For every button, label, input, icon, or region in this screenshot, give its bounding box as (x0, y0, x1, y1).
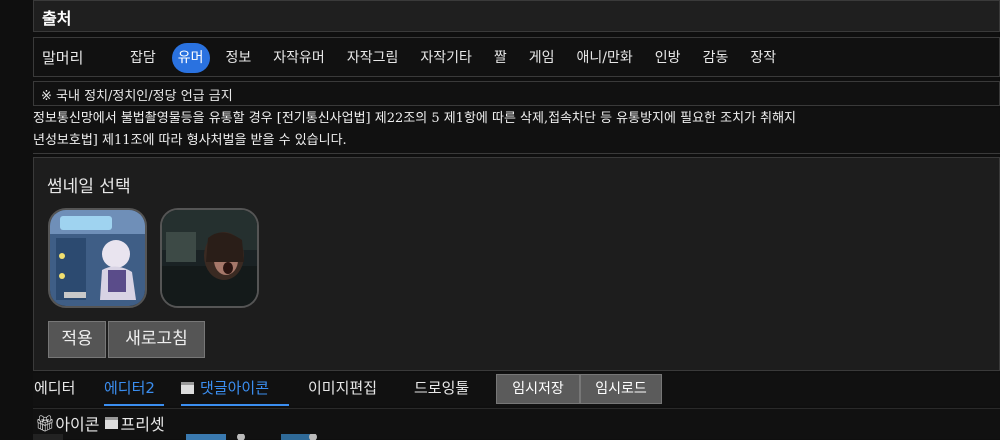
editor-tab-bar: 에디터 에디터2 댓글아이콘 이미지편집 드로잉툴 임시저장 임시로드 (33, 373, 1000, 406)
gift-icon: 🎁︎ (35, 413, 56, 433)
source-field[interactable]: 출처 (33, 0, 1000, 32)
prefix-tag-5[interactable]: 자작기타 (414, 43, 478, 73)
prefix-label: 말머리 (42, 49, 84, 67)
thumbnail-image-1 (50, 210, 145, 306)
prefix-tag-8[interactable]: 애니/만화 (571, 43, 639, 73)
thumbnail-option-1[interactable] (48, 208, 147, 308)
prefix-tag-11[interactable]: 장작 (744, 43, 782, 73)
tab-drawing-tool[interactable]: 드로잉툴 (414, 377, 469, 398)
tab-reply-icon[interactable]: 댓글아이콘 (181, 377, 269, 398)
prefix-tag-1[interactable]: 유머 (171, 43, 210, 73)
legal-warning: 정보통신망에서 불법촬영물등을 유통할 경우 [전기통신사업법] 제22조의 5… (33, 108, 1000, 154)
thumbnail-panel: 썸네일 선택 적용 새로고침 (33, 157, 1000, 371)
thumbnail-option-2[interactable] (160, 208, 259, 308)
temp-save-button[interactable]: 임시저장 (496, 374, 580, 404)
prefix-tag-4[interactable]: 자작그림 (341, 43, 405, 73)
legal-warning-line-2: 년성보호법] 제11조에 따라 형사처벌을 받을 수 있습니다. (33, 133, 347, 148)
box-icon (181, 382, 194, 394)
icon-strip-partial (33, 434, 317, 440)
legal-warning-line-1: 정보통신망에서 불법촬영물등을 유통할 경우 [전기통신사업법] 제22조의 5… (33, 111, 797, 126)
tab-editor2-underline (104, 404, 164, 406)
thumbnail-title: 썸네일 선택 (47, 177, 131, 197)
notice-bar: ※ 국내 정치/정치인/정당 언급 금지 (33, 81, 1000, 106)
icon-tab-label[interactable]: 아이콘 (55, 411, 99, 435)
temp-load-button[interactable]: 임시로드 (580, 374, 662, 404)
prefix-selector: 말머리 잡담 유머 정보 자작유머 자작그림 자작기타 짤 게임 애니/만화 인방 감동 장작 (33, 37, 1000, 77)
tab-image-edit[interactable]: 이미지편집 (308, 377, 377, 398)
tab-editor[interactable]: 에디터 (34, 377, 75, 398)
tab-editor2[interactable]: 에디터2 (104, 377, 155, 398)
tab-reply-underline (181, 404, 289, 406)
prefix-tag-6[interactable]: 짤 (488, 43, 513, 73)
box-icon (105, 417, 119, 429)
tab-reply-icon-label: 댓글아이콘 (200, 379, 270, 397)
thumbnail-image-2 (162, 210, 257, 306)
refresh-button[interactable]: 새로고침 (108, 321, 205, 358)
source-label: 출처 (42, 9, 72, 28)
prefix-tag-2[interactable]: 정보 (220, 43, 258, 73)
prefix-tag-list: 잡담 유머 정보 자작유머 자작그림 자작기타 짤 게임 애니/만화 인방 감동 장작 (124, 41, 792, 75)
prefix-tag-7[interactable]: 게임 (523, 43, 561, 73)
prefix-tag-0[interactable]: 잡담 (124, 43, 162, 73)
prefix-tag-9[interactable]: 인방 (649, 43, 687, 73)
icon-preset-bar: 🎁︎ 아이콘 프리셋 (33, 408, 1000, 440)
apply-button[interactable]: 적용 (48, 321, 106, 358)
preset-tab-label[interactable]: 프리셋 (120, 411, 164, 435)
prefix-tag-3[interactable]: 자작유머 (267, 43, 331, 73)
notice-text: ※ 국내 정치/정치인/정당 언급 금지 (41, 89, 233, 104)
prefix-tag-10[interactable]: 감동 (697, 43, 735, 73)
